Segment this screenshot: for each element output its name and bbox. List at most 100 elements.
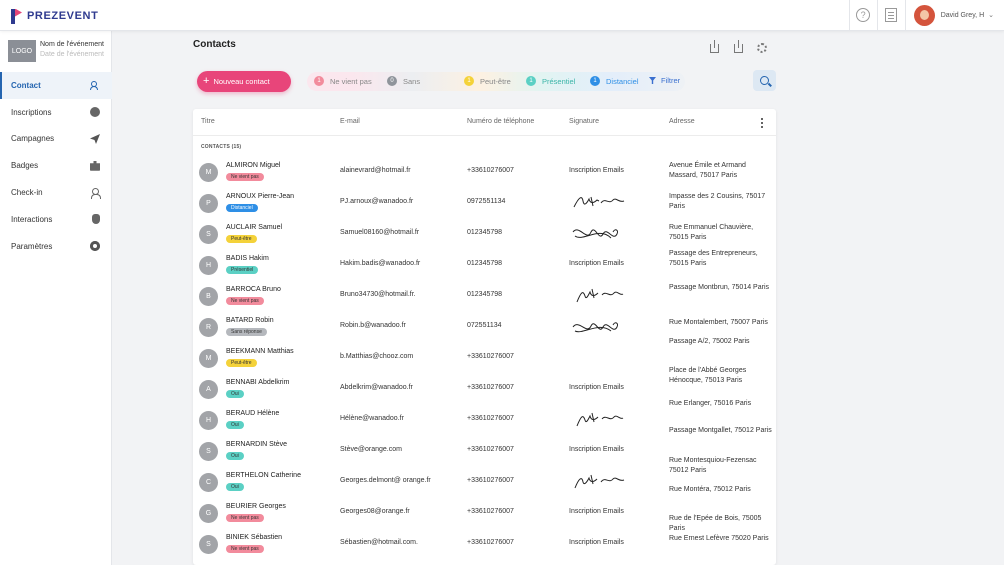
sidebar-item-label: Badges (11, 161, 39, 171)
contact-phone: +33610276007 (467, 477, 514, 484)
contact-email: Georges08@orange.fr (340, 508, 410, 515)
status-badge: Peut-être (226, 235, 257, 243)
sidebar-item-parametres[interactable]: Paramètres (0, 233, 112, 260)
signature-image (576, 288, 624, 303)
settings-button[interactable] (752, 40, 772, 56)
brand-logo[interactable]: PREZEVENT (11, 8, 98, 24)
filter-label: Ne vient pas (330, 76, 372, 86)
column-header-signature[interactable]: Signature (569, 118, 599, 125)
contact-phone: 0972551134 (467, 198, 506, 205)
event-name: Nom de l'événement (40, 41, 104, 48)
sidebar-item-inscriptions[interactable]: Inscriptions (0, 99, 112, 126)
contact-name: BATARD Robin (226, 317, 274, 324)
badge-icon (90, 160, 100, 171)
avatar: M (199, 163, 218, 182)
avatar: S (199, 225, 218, 244)
avatar: R (199, 318, 218, 337)
sidebar-item-badges[interactable]: Badges (0, 152, 112, 179)
column-header-phone[interactable]: Numéro de téléphone (467, 118, 534, 125)
signature-text: Inscription Emails (569, 167, 624, 174)
upload-icon (733, 39, 743, 53)
contacts-count: CONTACTS (15) (201, 144, 242, 150)
signature-image (573, 196, 625, 208)
sidebar-item-campagnes[interactable]: Campagnes (0, 126, 112, 153)
signature-text: Inscription Emails (569, 539, 624, 546)
avatar: P (199, 194, 218, 213)
filter-chip-distanciel[interactable]: 1 Distanciel (590, 76, 639, 86)
signature-image (572, 322, 618, 333)
contact-email: Abdelkrim@wanadoo.fr (340, 384, 413, 391)
table-row[interactable]: S BINIEK Sébastien Ne vient pas Sébastie… (193, 515, 776, 559)
new-contact-button[interactable]: + Nouveau contact (197, 71, 291, 92)
status-badge: Sans réponse (226, 328, 267, 336)
contact-phone: +33610276007 (467, 446, 514, 453)
sidebar-item-label: Interactions (11, 214, 53, 224)
filter-chip-sans[interactable]: 0 Sans (387, 76, 420, 86)
help-button[interactable]: ? (848, 0, 877, 30)
person-icon (90, 187, 101, 199)
filter-chip-ne-vient-pas[interactable]: 1 Ne vient pas (314, 76, 372, 86)
contact-address: Avenue Émile et Armand Massard, 75017 Pa… (669, 162, 746, 179)
filter-count: 0 (387, 76, 397, 86)
filter-count: 1 (464, 76, 474, 86)
table-row[interactable]: H BADIS Hakim Présentiel Hakim.badis@wan… (193, 249, 776, 280)
contact-name: BINIEK Sébastien (226, 534, 283, 541)
table-row[interactable]: P ARNOUX Pierre-Jean Distanciel PJ.arnou… (193, 187, 776, 218)
more-options-icon[interactable] (761, 118, 763, 128)
header-actions (700, 39, 772, 56)
contact-email: Hakim.badis@wanadoo.fr (340, 260, 421, 267)
contact-name: ARNOUX Pierre-Jean (226, 193, 295, 200)
table-row[interactable]: M ALMIRON Miguel Ne vient pas alainevrar… (193, 156, 776, 187)
filter-count: 1 (314, 76, 324, 86)
contact-address: Rue Montesquiou-Fezensac 75012 Paris (669, 457, 757, 474)
contact-name: BADIS Hakim (226, 255, 269, 262)
status-badge: Présentiel (226, 266, 259, 274)
sidebar-item-label: Check-in (11, 188, 43, 198)
status-badge: Ne vient pas (226, 173, 264, 181)
filter-chip-peut-etre[interactable]: 1 Peut-être (464, 76, 511, 86)
user-menu[interactable]: David Grey, H ⌄ (904, 0, 1004, 30)
event-header: LOGO Nom de l'événement Date de l'événem… (8, 40, 104, 62)
table-row[interactable]: B BARROCA Bruno Ne vient pas Bruno34730@… (193, 280, 776, 311)
avatar (913, 4, 935, 26)
download-button[interactable] (704, 39, 724, 56)
upload-button[interactable] (728, 39, 748, 56)
avatar: S (199, 442, 218, 461)
sidebar-item-label: Campagnes (11, 134, 55, 144)
contact-phone: 012345798 (467, 291, 503, 298)
contact-address: Rue Montalembert, 75007 Paris (669, 319, 768, 326)
contact-email: Samuel08160@hotmail.fr (340, 229, 420, 236)
globe-icon (90, 107, 100, 118)
user-name: David Grey, H (940, 11, 985, 19)
plus-icon: + (203, 75, 210, 87)
download-icon (709, 39, 719, 53)
signature-image (572, 229, 618, 239)
column-header-titre[interactable]: Titre (201, 118, 215, 125)
documents-button[interactable] (876, 0, 905, 30)
column-header-adresse[interactable]: Adresse (669, 118, 695, 125)
contact-address: Passage des Entrepreneurs, 75015 Paris (669, 250, 758, 267)
filter-chip-presentiel[interactable]: 1 Présentiel (526, 76, 575, 86)
sidebar-item-contact[interactable]: Contact (0, 72, 112, 99)
status-badge: Peut-être (226, 359, 257, 367)
send-icon (90, 133, 100, 144)
table-row[interactable]: S AUCLAIR Samuel Peut-être Samuel08160@h… (193, 218, 776, 249)
contact-phone: +33610276007 (467, 353, 514, 360)
contact-name: BERTHELON Catherine (226, 472, 301, 479)
filter-button[interactable]: Filtrer (649, 76, 680, 85)
sidebar: LOGO Nom de l'événement Date de l'événem… (0, 31, 112, 565)
avatar: H (199, 411, 218, 430)
filter-label: Présentiel (542, 76, 576, 86)
document-icon (885, 8, 898, 22)
status-badge: Ne vient pas (226, 545, 264, 553)
contact-email: Robin.b@wanadoo.fr (340, 322, 406, 329)
signature-image (574, 474, 625, 489)
new-contact-label: Nouveau contact (213, 77, 270, 86)
signature-text: Inscription Emails (569, 508, 624, 515)
column-header-email[interactable]: E-mail (340, 118, 360, 125)
funnel-icon (649, 77, 656, 84)
sidebar-item-check-in[interactable]: Check-in (0, 179, 112, 206)
signature-text: Inscription Emails (569, 446, 624, 453)
sidebar-item-interactions[interactable]: Interactions (0, 206, 112, 233)
search-button[interactable] (753, 70, 776, 91)
